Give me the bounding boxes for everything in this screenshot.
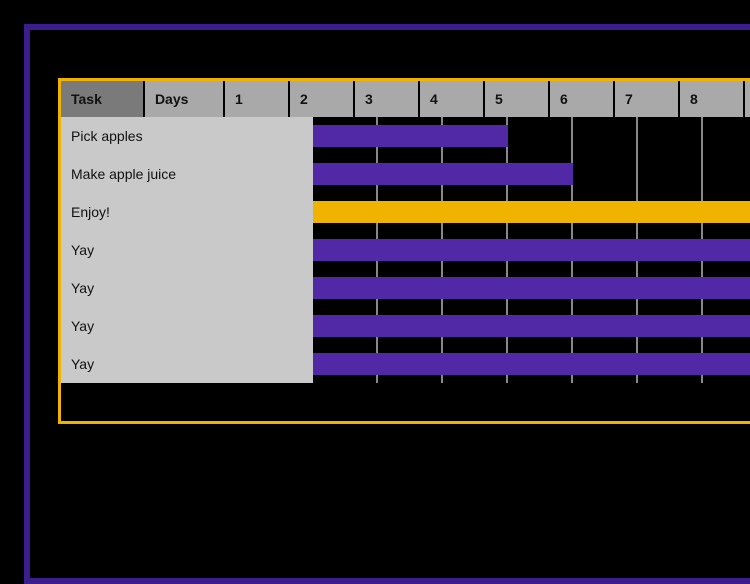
- task-name: Pick apples: [61, 117, 313, 155]
- task-name: Yay: [61, 307, 313, 345]
- task-name: Enjoy!: [61, 193, 313, 231]
- bars-container: [313, 117, 750, 383]
- header-day-3: 3: [355, 81, 420, 117]
- gantt-chart: Task Days 12345678910 Pick applesMake ap…: [58, 78, 750, 424]
- gantt-bar: [313, 163, 573, 185]
- task-name: Yay: [61, 345, 313, 383]
- header-day-4: 4: [420, 81, 485, 117]
- task-name: Make apple juice: [61, 155, 313, 193]
- gantt-header: Task Days 12345678910: [61, 81, 750, 117]
- gantt-bar: [313, 201, 750, 223]
- bar-row: [313, 345, 750, 383]
- gantt-bar: [313, 125, 508, 147]
- gantt-bar: [313, 353, 750, 375]
- header-day-numbers: 12345678910: [225, 81, 750, 117]
- gantt-footer: [61, 383, 750, 421]
- header-day-1: 1: [225, 81, 290, 117]
- bar-row: [313, 155, 750, 193]
- task-bar-column: [313, 117, 750, 383]
- gantt-bar: [313, 277, 750, 299]
- gantt-body: Pick applesMake apple juiceEnjoy!YayYayY…: [61, 117, 750, 383]
- header-day-8: 8: [680, 81, 745, 117]
- bar-row: [313, 193, 750, 231]
- header-task: Task: [61, 81, 145, 117]
- header-day-5: 5: [485, 81, 550, 117]
- header-day-7: 7: [615, 81, 680, 117]
- header-day-6: 6: [550, 81, 615, 117]
- task-name: Yay: [61, 231, 313, 269]
- header-day-9: 9: [745, 81, 750, 117]
- gantt-bar: [313, 315, 750, 337]
- bar-row: [313, 307, 750, 345]
- bar-row: [313, 117, 750, 155]
- task-name: Yay: [61, 269, 313, 307]
- gantt-bar: [313, 239, 750, 261]
- header-days: Days: [145, 81, 225, 117]
- task-name-column: Pick applesMake apple juiceEnjoy!YayYayY…: [61, 117, 313, 383]
- outer-frame: Task Days 12345678910 Pick applesMake ap…: [24, 24, 750, 584]
- bar-row: [313, 231, 750, 269]
- bar-row: [313, 269, 750, 307]
- header-day-2: 2: [290, 81, 355, 117]
